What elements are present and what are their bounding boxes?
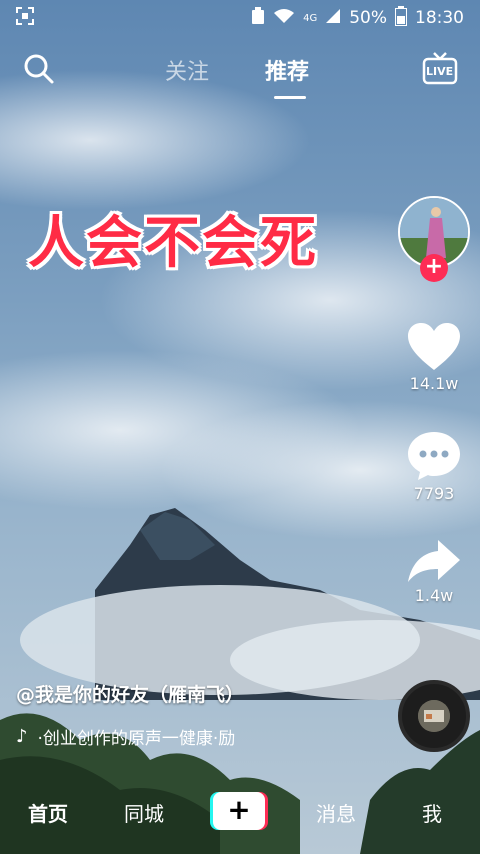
screenshot-icon [16,6,34,30]
active-tab-indicator [274,96,306,99]
share-button[interactable]: 1.4w [398,538,470,605]
status-bar: 4G 50% 18:30 [0,0,480,36]
wifi-icon [273,8,295,29]
signal-icon [325,8,341,29]
author-name[interactable]: @我是你的好友（雁南飞） [16,680,244,707]
create-video-button[interactable]: + [210,792,268,830]
author-avatar-button[interactable]: + [398,196,470,282]
search-icon [24,54,54,84]
music-cover [418,700,450,732]
top-nav: 关注 推荐 LIVE [0,48,480,99]
music-title: ·创业创作的原声一健康·励 [37,729,236,749]
live-button[interactable]: LIVE [421,50,459,88]
bottom-nav: 首页 同城 + 消息 我 [0,786,480,836]
video-caption-banner: 人会不会死 [28,211,318,276]
nav-city[interactable]: 同城 [124,798,164,827]
clock: 18:30 [415,8,464,28]
recycle-icon [251,6,265,30]
follow-plus-button[interactable]: + [420,254,448,282]
share-count: 1.4w [414,586,454,605]
search-button[interactable] [22,52,56,86]
battery-level: 50% [349,8,387,28]
battery-icon [395,5,407,31]
plus-icon: + [213,792,265,830]
comment-count: 7793 [413,484,455,503]
heart-icon [408,323,460,370]
tab-follow[interactable]: 关注 [165,54,209,86]
like-count: 14.1w [409,374,459,393]
comment-button[interactable]: 7793 [398,430,470,503]
like-button[interactable]: 14.1w [398,322,470,393]
tab-recommend[interactable]: 推荐 [265,54,309,86]
live-label: LIVE [426,65,454,78]
nav-home[interactable]: 首页 [28,798,68,827]
share-arrow-icon [408,540,460,582]
nav-me[interactable]: 我 [422,798,442,827]
music-disc-button[interactable] [398,680,470,752]
network-type: 4G [303,12,318,24]
nav-messages[interactable]: 消息 [316,798,356,827]
music-note-icon: ♪ [16,726,28,747]
music-info[interactable]: ♪ ·创业创作的原声一健康·励 [16,724,306,749]
comment-icon [408,432,460,480]
